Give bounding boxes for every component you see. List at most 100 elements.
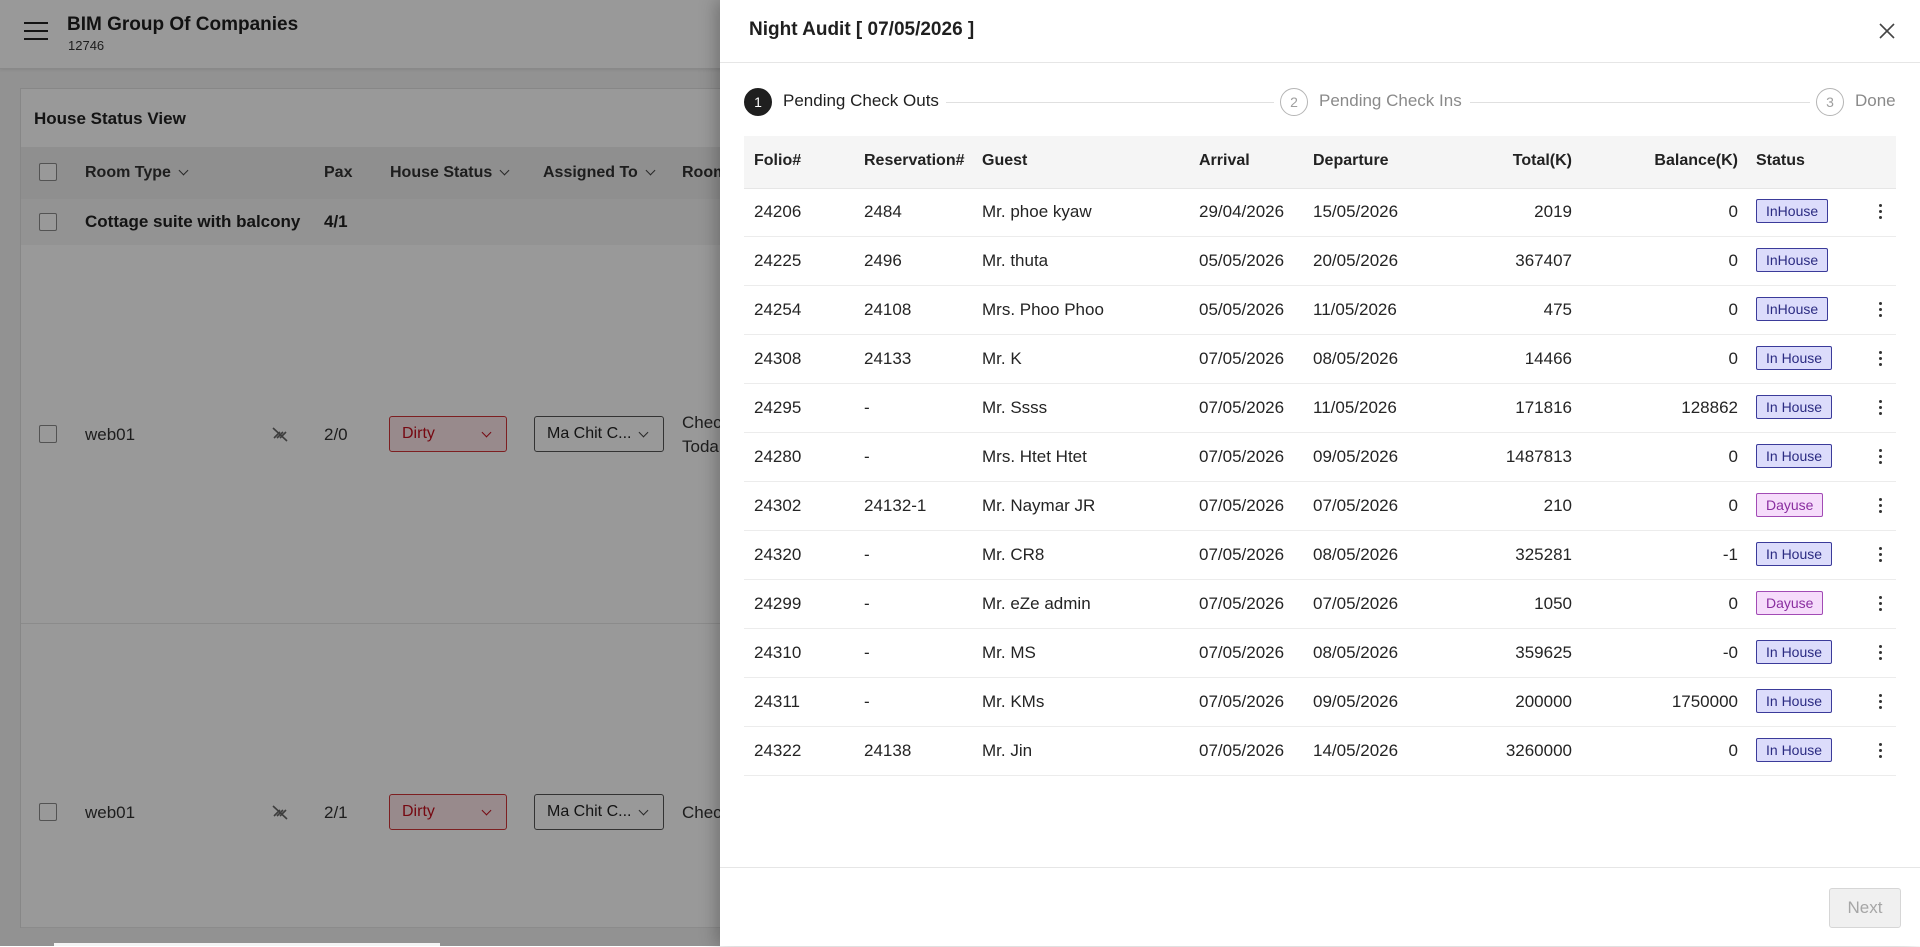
table-row[interactable]: 24320 - Mr. CR8 07/05/2026 08/05/2026 325281 -… [744,531,1896,580]
cell-reservation: 24132-1 [864,496,927,515]
cell-arrival: 07/05/2026 [1199,643,1285,662]
cell-total: 2019 [1534,202,1572,221]
more-vertical-icon[interactable] [1874,545,1886,565]
table-row[interactable]: 24225 2496 Mr. thuta 05/05/2026 20/05/2026 36… [744,237,1896,286]
header-total: Total(K) [1512,152,1572,169]
cell-reservation: - [864,643,870,662]
cell-folio: 24225 [754,251,802,270]
cell-arrival: 07/05/2026 [1199,545,1285,564]
header-status: Status [1756,152,1805,169]
status-badge: In House [1756,542,1833,566]
more-vertical-icon[interactable] [1874,447,1886,467]
status-badge: In House [1756,640,1833,664]
cell-balance: 0 [1728,741,1738,760]
more-vertical-icon[interactable] [1874,741,1886,761]
more-vertical-icon[interactable] [1874,594,1886,614]
audit-stepper: 1 Pending Check Outs 2 Pending Check Ins… [720,84,1920,118]
cell-balance: -0 [1722,643,1738,662]
cell-folio: 24308 [754,349,802,368]
cell-reservation: - [864,398,870,417]
status-badge: Dayuse [1756,493,1824,517]
table-header: Folio# Reservation# Guest Arrival Depart… [744,136,1896,189]
more-vertical-icon[interactable] [1874,496,1886,516]
cell-departure: 09/05/2026 [1313,447,1399,466]
header-guest: Guest [982,152,1028,169]
cell-departure: 07/05/2026 [1313,496,1399,515]
cell-total: 210 [1543,496,1572,515]
drawer-header: Night Audit [ 07/05/2026 ] [720,0,1920,63]
cell-reservation: 2484 [864,202,902,221]
table-row[interactable]: 24299 - Mr. eZe admin 07/05/2026 07/05/2026 1… [744,580,1896,629]
more-vertical-icon[interactable] [1874,398,1886,418]
header-reservation: Reservation# [864,152,965,169]
cell-folio: 24302 [754,496,802,515]
table-row[interactable]: 24311 - Mr. KMs 07/05/2026 09/05/2026 200000 1… [744,678,1896,727]
cell-departure: 15/05/2026 [1313,202,1399,221]
cell-balance: 0 [1728,300,1738,319]
cell-arrival: 07/05/2026 [1199,741,1285,760]
cell-total: 359625 [1515,643,1572,662]
cell-folio: 24254 [754,300,802,319]
more-vertical-icon[interactable] [1874,643,1886,663]
status-badge: In House [1756,395,1833,419]
cell-arrival: 07/05/2026 [1199,447,1285,466]
table-row[interactable]: 24254 24108 Mrs. Phoo Phoo 05/05/2026 11/05/… [744,286,1896,335]
status-badge: InHouse [1756,199,1829,223]
cell-arrival: 05/05/2026 [1199,251,1285,270]
cell-departure: 07/05/2026 [1313,594,1399,613]
step-label: Done [1855,91,1896,110]
cell-guest: Mr. phoe kyaw [982,202,1092,221]
cell-arrival: 07/05/2026 [1199,496,1285,515]
cell-folio: 24320 [754,545,802,564]
cell-total: 367407 [1515,251,1572,270]
status-badge: Dayuse [1756,591,1824,615]
next-button[interactable]: Next [1829,888,1901,928]
step-number: 3 [1816,88,1844,116]
cell-arrival: 07/05/2026 [1199,398,1285,417]
table-row[interactable]: 24308 24133 Mr. K 07/05/2026 08/05/2026 14466… [744,335,1896,384]
cell-total: 1487813 [1505,447,1572,466]
cell-folio: 24280 [754,447,802,466]
table-row[interactable]: 24206 2484 Mr. phoe kyaw 29/04/2026 15/05/20… [744,188,1896,237]
cell-total: 1050 [1534,594,1572,613]
close-icon[interactable] [1874,18,1900,44]
cell-arrival: 07/05/2026 [1199,692,1285,711]
table-row[interactable]: 24322 24138 Mr. Jin 07/05/2026 14/05/2026 326… [744,727,1896,776]
cell-reservation: 2496 [864,251,902,270]
cell-total: 325281 [1515,545,1572,564]
table-row[interactable]: 24280 - Mrs. Htet Htet 07/05/2026 09/05/2026… [744,433,1896,482]
status-badge: InHouse [1756,297,1829,321]
more-vertical-icon[interactable] [1874,300,1886,320]
cell-balance: 0 [1728,202,1738,221]
cell-reservation: 24108 [864,300,912,319]
cell-guest: Mr. eZe admin [982,594,1091,613]
cell-guest: Mr. Naymar JR [982,496,1096,515]
table-row[interactable]: 24295 - Mr. Ssss 07/05/2026 11/05/2026 171816… [744,384,1896,433]
cell-total: 3260000 [1505,741,1572,760]
table-row[interactable]: 24302 24132-1 Mr. Naymar JR 07/05/2026 07/05… [744,482,1896,531]
cell-departure: 08/05/2026 [1313,545,1399,564]
night-audit-drawer: Night Audit [ 07/05/2026 ] 1 Pending Che… [720,0,1920,946]
header-balance: Balance(K) [1654,152,1738,169]
cell-balance: -1 [1722,545,1738,564]
cell-reservation: - [864,594,870,613]
cell-reservation: - [864,692,870,711]
header-departure: Departure [1313,152,1389,169]
cell-folio: 24206 [754,202,802,221]
cell-balance: 0 [1728,496,1738,515]
more-vertical-icon[interactable] [1874,692,1886,712]
cell-reservation: - [864,447,870,466]
more-vertical-icon[interactable] [1874,202,1886,222]
cell-guest: Mr. MS [982,643,1036,662]
cell-arrival: 07/05/2026 [1199,594,1285,613]
cell-total: 171816 [1515,398,1572,417]
cell-reservation: 24133 [864,349,912,368]
cell-balance: 1750000 [1671,692,1738,711]
step-connector [946,102,1274,103]
status-badge: InHouse [1756,248,1829,272]
step-number: 1 [744,88,772,116]
table-row[interactable]: 24310 - Mr. MS 07/05/2026 08/05/2026 359625 -0… [744,629,1896,678]
status-badge: In House [1756,444,1833,468]
more-vertical-icon[interactable] [1874,349,1886,369]
header-arrival: Arrival [1199,152,1250,169]
